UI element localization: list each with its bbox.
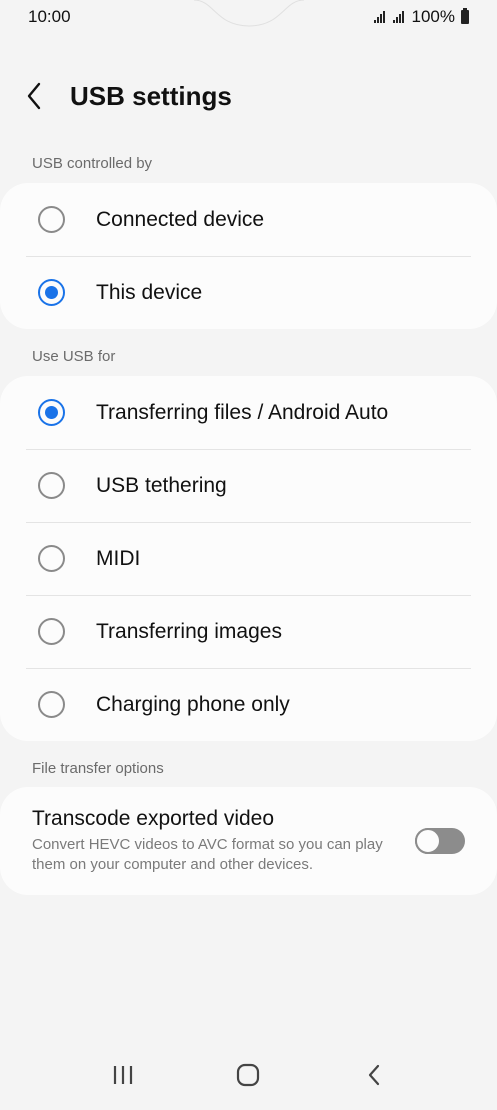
radio-button[interactable] [38, 472, 65, 499]
option-transferring-files[interactable]: Transferring files / Android Auto [0, 376, 497, 449]
chevron-left-icon [27, 82, 41, 110]
screen: 10:00 100% USB settings USB controlled b… [0, 0, 497, 1110]
use-usb-for-card: Transferring files / Android Auto USB te… [0, 376, 497, 741]
battery-percent: 100% [411, 7, 455, 26]
transcode-video-row[interactable]: Transcode exported video Convert HEVC vi… [0, 787, 497, 895]
radio-button-checked[interactable] [38, 279, 65, 306]
radio-button[interactable] [38, 618, 65, 645]
section-label-usb-controlled-by: USB controlled by [32, 155, 153, 172]
radio-button[interactable] [38, 691, 65, 718]
option-charging-phone-only[interactable]: Charging phone only [0, 668, 497, 741]
header: USB settings [0, 70, 497, 122]
nav-back-button[interactable] [344, 1050, 404, 1100]
camera-notch [193, 0, 304, 27]
page-title: USB settings [70, 80, 232, 111]
status-time: 10:00 [28, 7, 71, 26]
back-icon [369, 1064, 380, 1086]
option-label: This device [96, 280, 203, 304]
option-this-device[interactable]: This device [0, 256, 497, 329]
option-midi[interactable]: MIDI [0, 522, 497, 595]
option-label: Connected device [96, 207, 265, 231]
option-label: USB tethering [96, 473, 227, 497]
option-label: Transferring images [96, 619, 282, 643]
option-label: MIDI [96, 546, 141, 570]
transcode-text: Transcode exported video Convert HEVC vi… [32, 807, 402, 875]
section-label-file-transfer-options: File transfer options [32, 760, 164, 777]
recents-button[interactable] [93, 1050, 153, 1100]
usb-controlled-by-card: Connected device This device [0, 183, 497, 329]
section-label-use-usb-for: Use USB for [32, 348, 116, 365]
home-icon [237, 1063, 260, 1087]
transcode-toggle[interactable] [415, 828, 465, 854]
option-usb-tethering[interactable]: USB tethering [0, 449, 497, 522]
battery-icon [461, 8, 469, 24]
signal-icon [373, 11, 385, 23]
recents-icon [113, 1066, 132, 1084]
file-transfer-options-card: Transcode exported video Convert HEVC vi… [0, 787, 497, 895]
radio-button[interactable] [38, 206, 65, 233]
transcode-subtitle: Convert HEVC videos to AVC format so you… [32, 836, 383, 873]
navigation-bar [0, 1040, 497, 1110]
radio-button[interactable] [38, 545, 65, 572]
option-transferring-images[interactable]: Transferring images [0, 595, 497, 668]
option-label: Transferring files / Android Auto [96, 400, 389, 424]
transcode-title: Transcode exported video [32, 807, 275, 830]
toggle-knob [415, 828, 441, 854]
radio-button-checked[interactable] [38, 399, 65, 426]
back-button[interactable] [0, 70, 70, 122]
option-connected-device[interactable]: Connected device [0, 183, 497, 256]
home-button[interactable] [218, 1050, 278, 1100]
option-label: Charging phone only [96, 692, 290, 716]
status-indicators: 100% [373, 7, 469, 27]
signal-icon [392, 11, 404, 23]
